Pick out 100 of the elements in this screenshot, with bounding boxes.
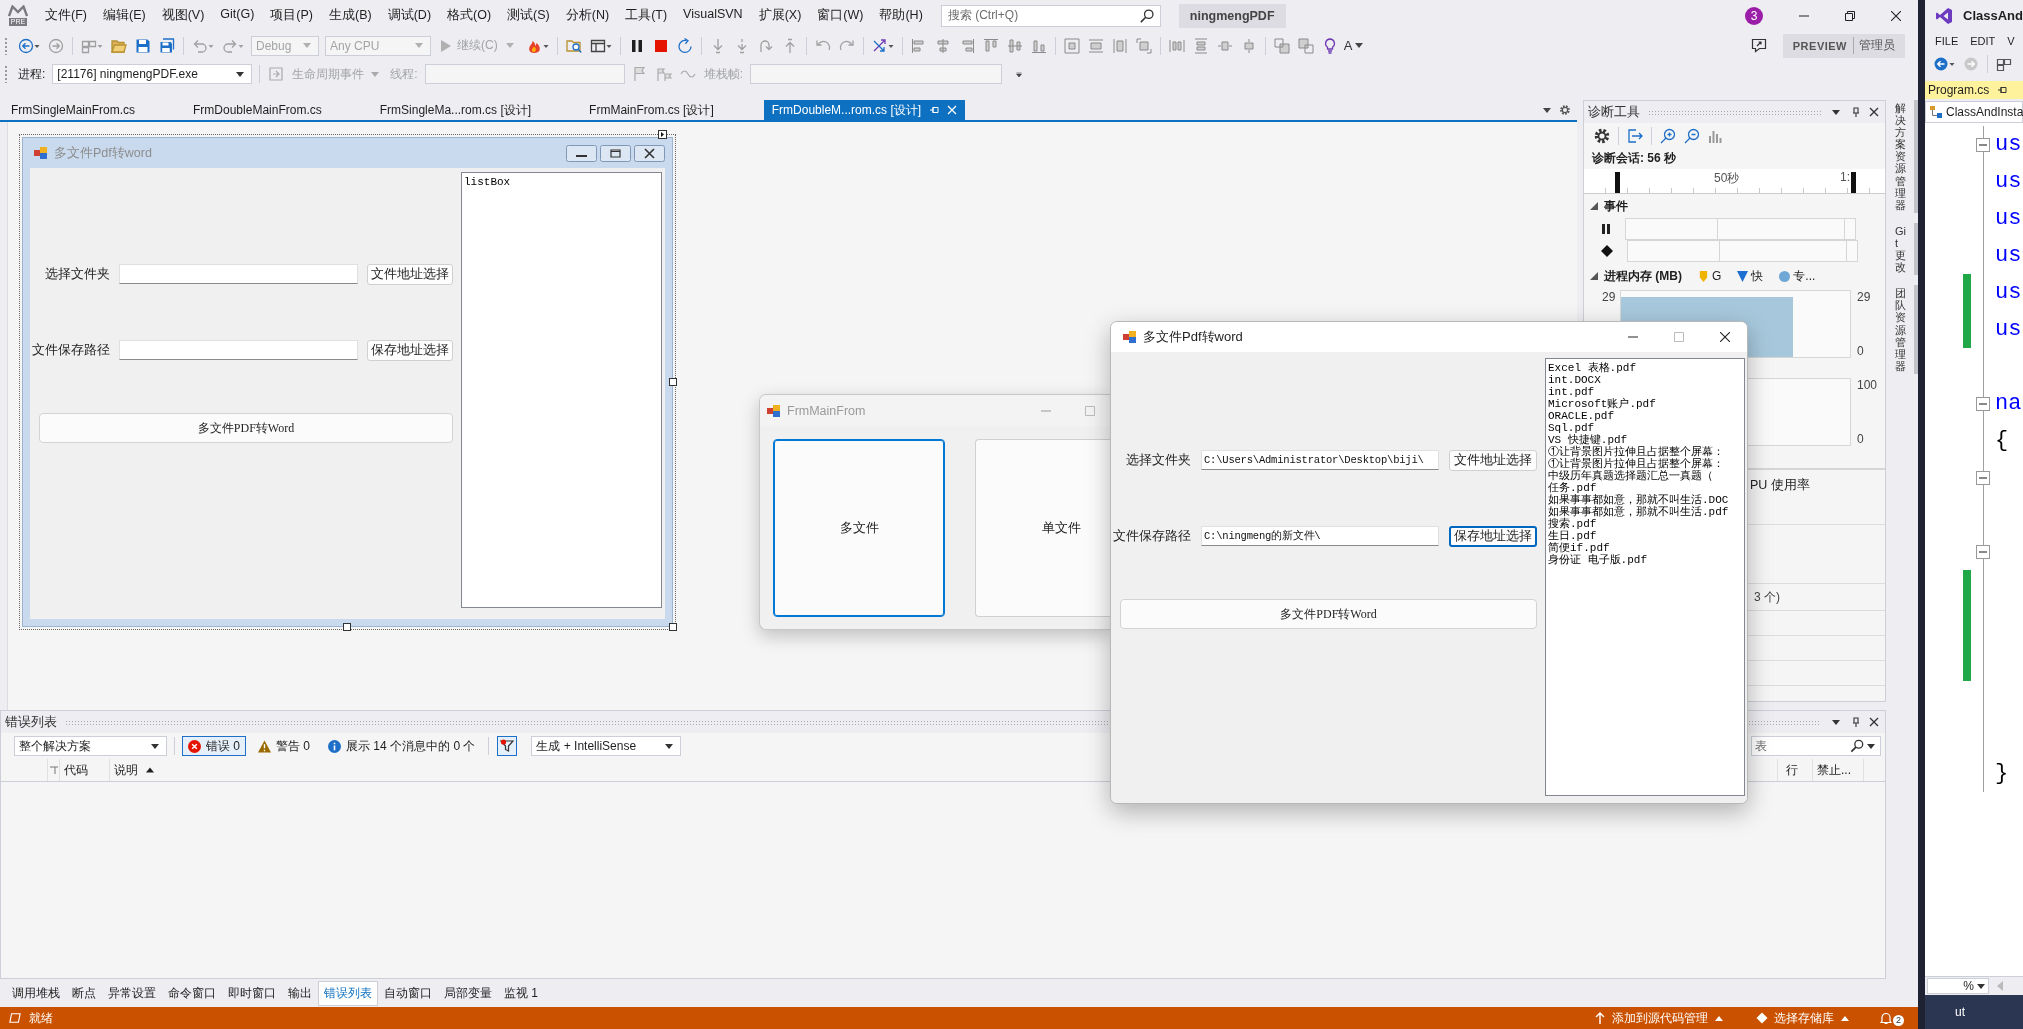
- search-field[interactable]: 搜索 (Ctrl+Q): [940, 4, 1161, 27]
- list-item[interactable]: 如果事事都如意，那就不叫生活.pdf: [1548, 506, 1742, 518]
- diamond-icon[interactable]: [1756, 1012, 1768, 1024]
- browse-button[interactable]: 文件地址选择: [367, 263, 453, 285]
- menu-item[interactable]: 分析(N): [557, 4, 618, 27]
- restart-icon[interactable]: [676, 37, 693, 54]
- up-arrow-icon[interactable]: [1594, 1012, 1606, 1024]
- align-bottom-icon[interactable]: [1030, 37, 1047, 54]
- pin-icon[interactable]: [1851, 107, 1861, 117]
- document-tab[interactable]: FrmMainFrom.cs [设计]: [581, 100, 764, 120]
- status-item[interactable]: 选择存储库: [1774, 1009, 1834, 1027]
- align-top-icon[interactable]: [982, 37, 999, 54]
- list-item[interactable]: int.DOCX: [1548, 374, 1742, 386]
- save-all-icon[interactable]: [159, 37, 175, 54]
- close-icon[interactable]: [634, 144, 665, 162]
- form-button[interactable]: 多文件: [773, 439, 945, 617]
- collapse-triangle-icon[interactable]: [1590, 272, 1598, 280]
- list-item[interactable]: ①让背景图片拉伸且占据整个屏幕：: [1548, 458, 1742, 470]
- column-header[interactable]: 说明: [114, 761, 154, 779]
- menu-item[interactable]: 调试(D): [379, 4, 440, 27]
- convert-button[interactable]: 多文件PDF转Word: [39, 413, 453, 443]
- column-header[interactable]: 代码: [64, 761, 88, 779]
- bottom-tab[interactable]: 错误列表: [318, 980, 378, 1006]
- list-item[interactable]: ①让背景图片拉伸且占据整个屏幕：: [1548, 446, 1742, 458]
- menu-item[interactable]: 窗口(W): [809, 4, 872, 27]
- resize-handle[interactable]: [343, 623, 351, 631]
- bottom-tab[interactable]: 输出: [282, 980, 318, 1006]
- search-field[interactable]: 表: [1751, 736, 1881, 756]
- collapse-icon[interactable]: [1976, 470, 1990, 485]
- minimize-icon[interactable]: [566, 144, 597, 162]
- list-item[interactable]: Microsoft账户.pdf: [1548, 398, 1742, 410]
- text-field[interactable]: [119, 340, 358, 360]
- menu-item[interactable]: 生成(B): [321, 4, 380, 27]
- list-item[interactable]: 生日.pdf: [1548, 530, 1742, 542]
- maximize-icon[interactable]: [600, 144, 631, 162]
- search-icon[interactable]: [1850, 739, 1864, 753]
- menu-item[interactable]: 编辑(E): [94, 4, 154, 27]
- search-icon[interactable]: [1139, 8, 1154, 23]
- process-combo[interactable]: [21176] ningmengPDF.exe: [52, 64, 253, 84]
- list-item[interactable]: 如果事事都如意，那就不叫生活.DOC: [1548, 494, 1742, 506]
- document-tab[interactable]: Program.cs: [1925, 81, 2023, 99]
- close-icon[interactable]: [1869, 717, 1879, 727]
- align-middle-icon[interactable]: [1006, 37, 1023, 54]
- zoom-in-icon[interactable]: [1660, 128, 1676, 144]
- undo-icon[interactable]: [192, 37, 214, 54]
- toolbar-overflow-icon[interactable]: [1015, 71, 1024, 77]
- timeline-marker[interactable]: [1851, 172, 1856, 193]
- open-folder-icon[interactable]: [111, 37, 127, 54]
- menu-item[interactable]: 帮助(H): [871, 4, 931, 27]
- close-icon[interactable]: [1720, 332, 1730, 342]
- designer-form[interactable]: 多文件Pdf转word 选择文件夹 文件地址选择 文件保存路径 保存地址选择 多文件PDF转Word listBox: [22, 137, 673, 627]
- tiles-icon[interactable]: [1996, 56, 2012, 72]
- source-combo[interactable]: 生成 + IntelliSense: [531, 736, 682, 756]
- browse-button[interactable]: 文件地址选择: [1449, 449, 1537, 471]
- tab-list-icon[interactable]: [1543, 107, 1551, 113]
- text-field[interactable]: [119, 264, 358, 284]
- settings-icon[interactable]: [1559, 104, 1571, 116]
- back-arrow-icon[interactable]: [1933, 56, 1955, 72]
- list-item[interactable]: listBox: [464, 176, 659, 188]
- vertical-spacing-icon[interactable]: [1192, 37, 1209, 54]
- redo-icon[interactable]: [222, 37, 244, 54]
- bottom-tab[interactable]: 命令窗口: [162, 980, 222, 1006]
- bottom-tab[interactable]: 监视 1: [498, 980, 544, 1006]
- list-item[interactable]: 身份证 电子版.pdf: [1548, 554, 1742, 566]
- bottom-tab[interactable]: 自动窗口: [378, 980, 438, 1006]
- text-field[interactable]: C:\ningmeng的新文件\: [1201, 526, 1439, 546]
- font-button[interactable]: A: [1341, 38, 1369, 53]
- status-item[interactable]: 添加到源代码管理: [1612, 1009, 1708, 1027]
- restore-icon[interactable]: [1845, 10, 1855, 21]
- document-tab[interactable]: FrmSingleMa...rom.cs [设计]: [371, 100, 582, 120]
- collapse-icon[interactable]: [1976, 137, 1990, 152]
- list-item[interactable]: 搜索.pdf: [1548, 518, 1742, 530]
- menu-item[interactable]: Git(G): [212, 4, 263, 27]
- save-icon[interactable]: [135, 37, 151, 54]
- bottom-tab[interactable]: 即时窗口: [222, 980, 282, 1006]
- smart-tag-icon[interactable]: [658, 130, 667, 139]
- menu-item[interactable]: FILE: [1935, 35, 1959, 47]
- menu-item[interactable]: VisualSVN: [675, 4, 751, 27]
- resize-handle[interactable]: [669, 378, 677, 386]
- scope-combo[interactable]: 整个解决方案: [14, 736, 167, 756]
- bell-icon[interactable]: [1880, 1012, 1892, 1024]
- caret-icon[interactable]: [1832, 719, 1840, 725]
- list-item[interactable]: 简便if.pdf: [1548, 542, 1742, 554]
- export-icon[interactable]: [1627, 128, 1643, 144]
- preview-badge[interactable]: PREVIEW 管理员: [1782, 33, 1905, 58]
- browse-button[interactable]: 保存地址选择: [1449, 525, 1537, 547]
- list-box[interactable]: [1545, 358, 1745, 796]
- window-layout-icon[interactable]: [589, 37, 612, 54]
- bottom-tab[interactable]: 断点: [66, 980, 102, 1006]
- caret-icon[interactable]: [1832, 109, 1840, 115]
- bottom-tab[interactable]: 调用堆栈: [6, 980, 66, 1006]
- horizontal-spacing-icon[interactable]: [1168, 37, 1185, 54]
- menu-item[interactable]: 项目(P): [262, 4, 321, 27]
- menu-item[interactable]: 文件(F): [37, 4, 95, 27]
- navigation-combo[interactable]: ClassAndInsta: [1925, 101, 2023, 123]
- folder-search-icon[interactable]: [565, 37, 582, 54]
- timeline-ruler[interactable]: 50秒 1:: [1584, 169, 1885, 194]
- column-filter-icon[interactable]: [50, 766, 58, 774]
- convert-button[interactable]: 多文件PDF转Word: [1120, 599, 1537, 629]
- list-item[interactable]: 任务.pdf: [1548, 482, 1742, 494]
